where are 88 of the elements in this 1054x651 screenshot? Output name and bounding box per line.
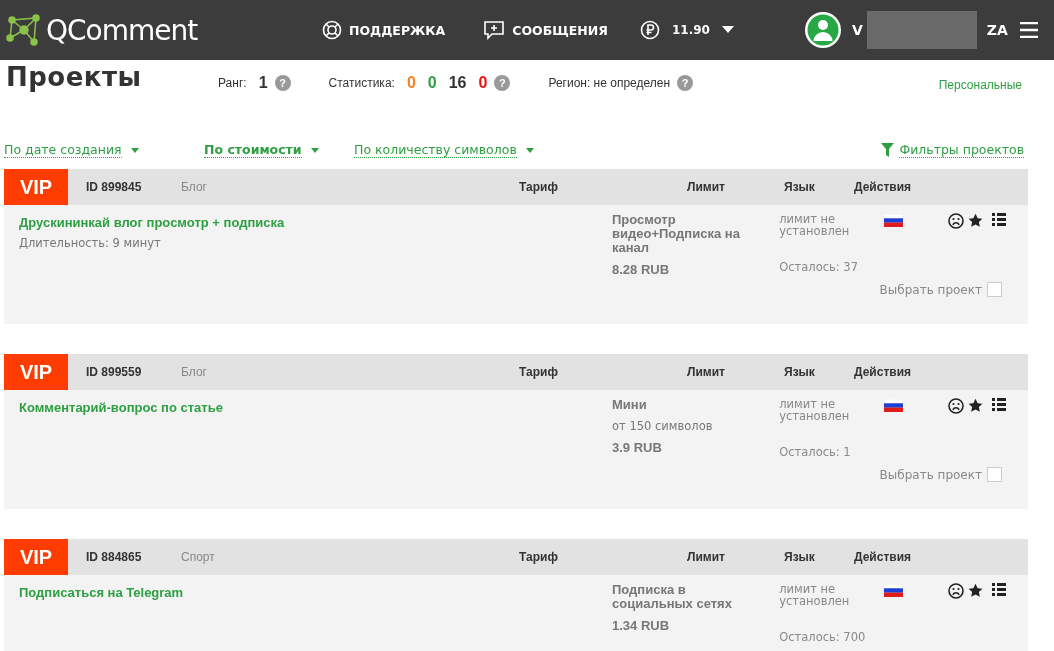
stats-value: 16 [448, 74, 467, 92]
column-header: Действия [854, 365, 913, 379]
avatar-icon[interactable] [804, 11, 842, 49]
lifebuoy-icon [322, 20, 342, 40]
sort-link[interactable]: По количеству символов [354, 142, 517, 158]
tariff-name: Подписка в социальных сетях [612, 583, 733, 611]
project-category: Блог [181, 365, 208, 379]
project-duration: Длительность: 9 минут [19, 236, 162, 250]
select-label: Выбрать проект [879, 282, 982, 297]
project-id: ID 899845 [86, 180, 143, 194]
column-header: Тариф [519, 550, 559, 564]
nav-link[interactable]: СООБЩЕНИЯ [483, 20, 608, 40]
stats-value: 0 [478, 74, 488, 92]
project-title[interactable]: Подписаться на Telegram [19, 585, 184, 600]
star-icon[interactable] [968, 583, 984, 598]
vip-badge: VIP [4, 539, 68, 575]
ruble-coin-icon [640, 20, 660, 40]
tariff-name: Просмотр видео+Подписка на канал [612, 213, 741, 255]
sad-face-icon[interactable] [948, 213, 965, 229]
star-icon[interactable] [968, 213, 984, 228]
list-icon[interactable] [992, 398, 1007, 411]
vip-badge: VIP [4, 169, 68, 205]
sort-link[interactable]: По стоимости [204, 142, 302, 158]
russia-flag-icon [883, 214, 903, 227]
page-title: Проекты [6, 62, 143, 92]
column-header: Язык [784, 180, 816, 194]
sort-link[interactable]: По дате создания [4, 142, 122, 158]
caret-icon [310, 147, 319, 153]
caret-icon [525, 147, 534, 153]
stats-value: 0 [406, 74, 416, 92]
column-header: Лимит [687, 365, 726, 379]
sad-face-icon[interactable] [948, 398, 965, 414]
rank-label: Ранг: [218, 76, 247, 90]
project-category: Блог [181, 180, 208, 194]
message-plus-icon [483, 20, 506, 40]
project-title[interactable]: Комментарий-вопрос по статье [19, 400, 223, 415]
funnel-icon [881, 143, 895, 157]
select-checkbox[interactable] [987, 467, 1002, 482]
select-label: Выбрать проект [879, 467, 982, 482]
site-logo[interactable]: QComment [46, 13, 198, 47]
caret-icon [130, 147, 139, 153]
tariff-price: 8.28 RUB [612, 263, 671, 277]
nav-link[interactable]: ПОДДЕРЖКА [322, 20, 446, 40]
filters-link[interactable]: Фильтры проектов [899, 142, 1024, 158]
stats-value: 0 [427, 74, 437, 92]
help-icon[interactable]: ? [677, 75, 694, 91]
remaining-count: Осталось: 37 [779, 261, 859, 273]
remaining-count: Осталось: 1 [779, 446, 852, 458]
russia-flag-icon [883, 584, 903, 597]
vip-badge: VIP [4, 354, 68, 390]
personal-link[interactable]: Персональные [938, 78, 1022, 92]
project-id: ID 884865 [86, 550, 143, 564]
limit-text: лимит не установлен [779, 213, 851, 237]
column-header: Лимит [687, 180, 726, 194]
tariff-note: от 150 символов [612, 419, 714, 433]
list-icon[interactable] [992, 583, 1007, 596]
russia-flag-icon [883, 399, 903, 412]
column-header: Тариф [519, 180, 559, 194]
menu-icon[interactable] [1019, 22, 1038, 38]
column-header: Тариф [519, 365, 559, 379]
rank-value: 1 [258, 74, 268, 92]
stats-label: Статистика: [328, 76, 395, 90]
tariff-name: Мини [612, 398, 648, 412]
select-checkbox[interactable] [987, 282, 1002, 297]
tariff-price: 1.34 RUB [612, 619, 671, 633]
limit-text: лимит не установлен [779, 583, 851, 607]
column-header: Язык [784, 550, 816, 564]
project-title[interactable]: Друскининкай влог просмотр + подписка [19, 215, 285, 230]
column-header: Лимит [687, 550, 726, 564]
project-id: ID 899559 [86, 365, 143, 379]
list-icon[interactable] [992, 213, 1007, 226]
column-header: Язык [784, 365, 816, 379]
region-label: Регион: не определен [548, 76, 671, 90]
user-name[interactable]: V [852, 22, 863, 38]
remaining-count: Осталось: 700 [779, 631, 867, 643]
user-name[interactable]: ZA [986, 22, 1008, 38]
column-header: Действия [854, 550, 913, 564]
column-header: Действия [854, 180, 913, 194]
caret-icon [721, 26, 734, 34]
tariff-price: 3.9 RUB [612, 441, 663, 455]
limit-text: лимит не установлен [779, 398, 851, 422]
project-category: Спорт [181, 550, 216, 564]
sad-face-icon[interactable] [948, 583, 965, 599]
help-icon[interactable]: ? [494, 75, 511, 91]
network-logo-icon [6, 12, 42, 48]
help-icon[interactable]: ? [274, 75, 291, 91]
balance-dropdown[interactable]: 11.90 [640, 20, 804, 40]
star-icon[interactable] [968, 398, 984, 413]
